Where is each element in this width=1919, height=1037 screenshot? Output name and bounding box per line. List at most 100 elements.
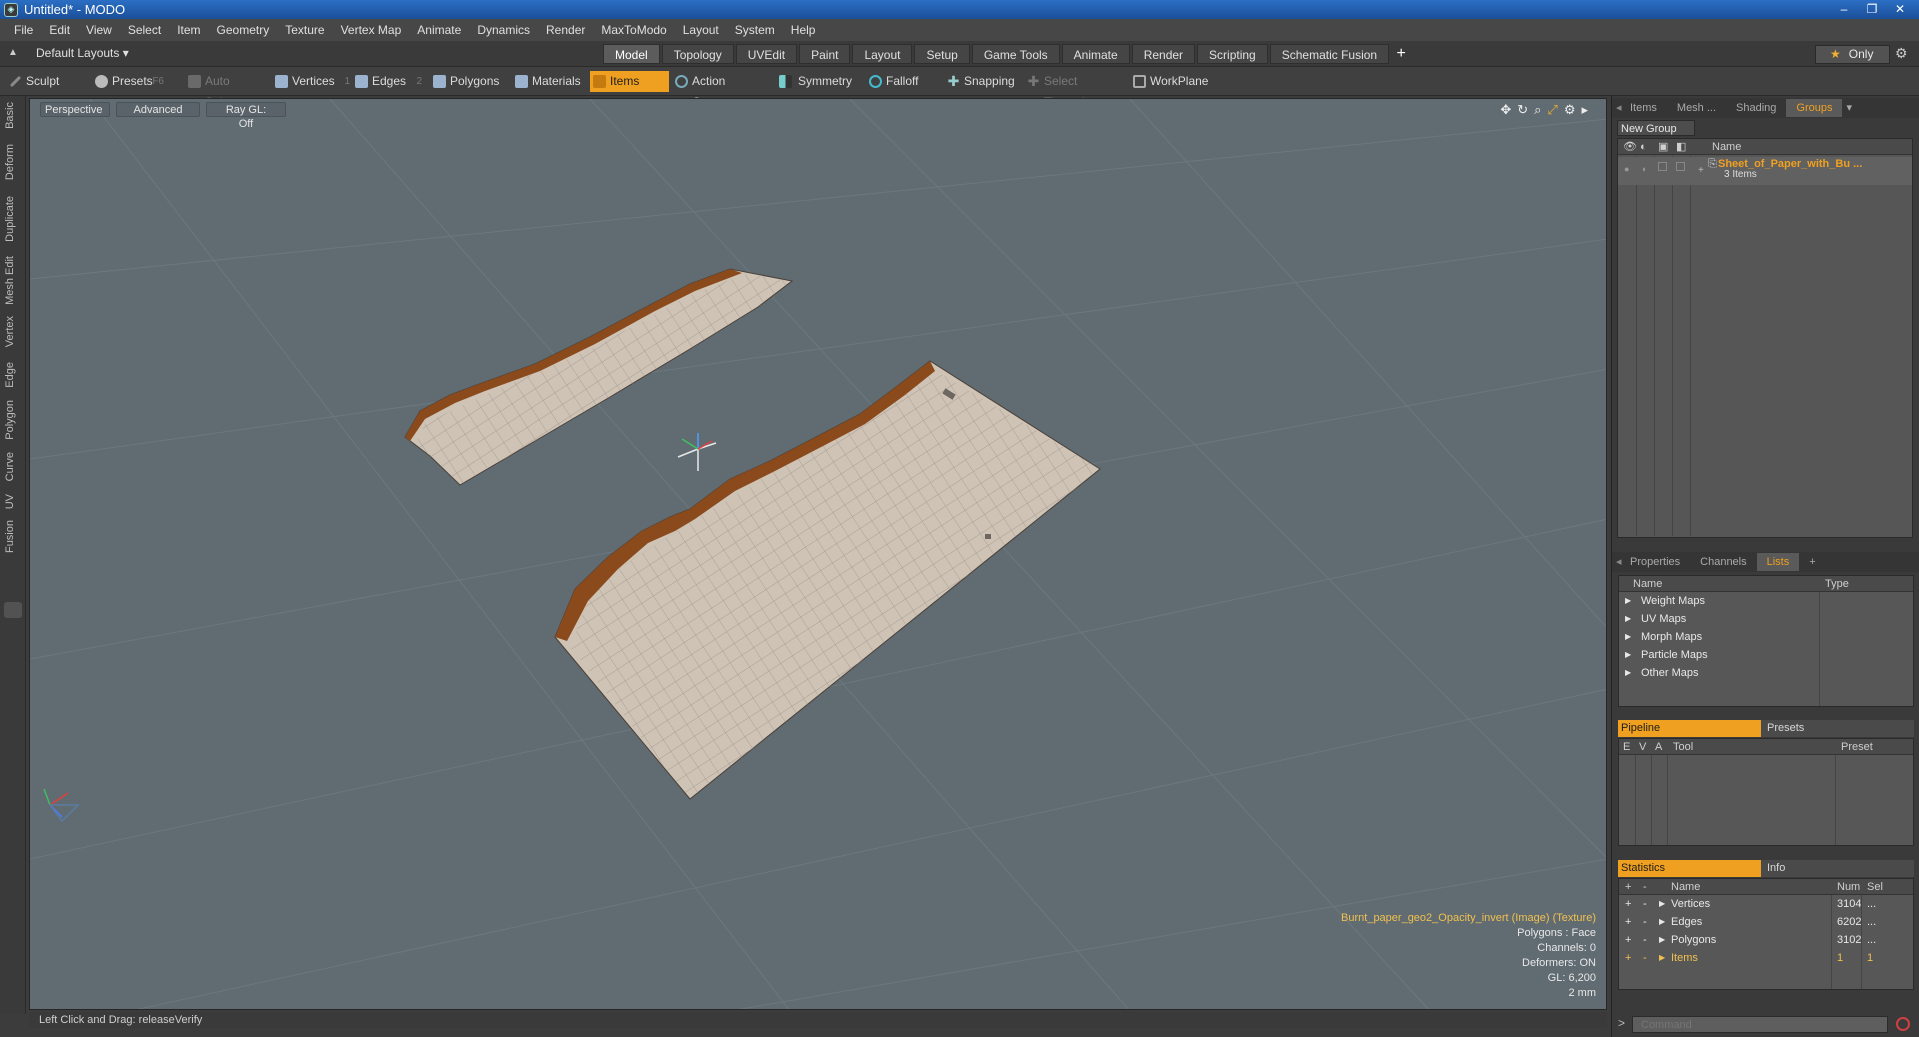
stats-row-polygons[interactable]: + - ▶ Polygons 3102 ... — [1619, 931, 1913, 949]
row-lock-checkbox[interactable] — [1658, 162, 1667, 171]
row-select-checkbox[interactable] — [1676, 162, 1685, 171]
tab-render[interactable]: Render — [1131, 44, 1196, 64]
expand-arrow-icon[interactable]: ▶ — [1625, 628, 1631, 646]
action-center-button[interactable]: Action Center — [672, 71, 764, 109]
menu-layout[interactable]: Layout — [675, 23, 727, 37]
command-stop-icon[interactable] — [1896, 1017, 1910, 1031]
paper-sheet-large[interactable] — [554, 360, 1101, 800]
snapping-button[interactable]: ✚ Snapping — [944, 71, 1015, 92]
auto-select-button[interactable]: Auto Select — [185, 71, 263, 109]
menu-edit[interactable]: Edit — [41, 23, 78, 37]
items-button[interactable]: Items — [590, 71, 670, 92]
expand-arrow-icon[interactable]: ▶ — [1659, 913, 1665, 931]
minimize-icon[interactable]: – — [1831, 1, 1857, 17]
tab-scripting[interactable]: Scripting — [1197, 44, 1268, 64]
action-center-gizmo-icon[interactable] — [677, 433, 717, 471]
group-row[interactable]: ● ◐ + ⎘ Sheet_of_Paper_with_Bu ... 3 Ite… — [1618, 157, 1912, 185]
viewport-menu-icon[interactable]: ▸ — [1581, 102, 1588, 118]
list-item-morph-maps[interactable]: ▶ Morph Maps — [1619, 628, 1913, 646]
polygons-button[interactable]: Polygons — [430, 71, 500, 92]
stats-add-button[interactable]: + — [1625, 949, 1631, 967]
only-toggle-button[interactable]: ★ Only — [1815, 45, 1890, 64]
menu-texture[interactable]: Texture — [277, 23, 332, 37]
gear-icon[interactable]: ⚙ — [1895, 45, 1908, 62]
stats-remove-button[interactable]: - — [1643, 949, 1647, 967]
add-panel-tab-button[interactable]: + — [1799, 553, 1825, 571]
tab-pipeline[interactable]: Pipeline — [1618, 720, 1761, 737]
sculpt-button[interactable]: Sculpt — [6, 71, 90, 92]
row-render-icon[interactable]: ◐ — [1642, 160, 1647, 178]
command-input[interactable] — [1632, 1016, 1888, 1033]
maximize-icon[interactable]: ⤢ — [1547, 102, 1557, 118]
tab-presets[interactable]: Presets — [1761, 720, 1914, 737]
stats-remove-button[interactable]: - — [1643, 931, 1647, 949]
paper-strip-small[interactable] — [404, 268, 794, 486]
expand-arrow-icon[interactable]: ▶ — [1625, 646, 1631, 664]
menu-file[interactable]: File — [6, 23, 41, 37]
stats-row-vertices[interactable]: + - ▶ Vertices 3104 ... — [1619, 895, 1913, 913]
expand-arrow-icon[interactable]: ▶ — [1659, 895, 1665, 913]
menu-geometry[interactable]: Geometry — [209, 23, 278, 37]
add-tab-button[interactable]: + — [1391, 44, 1411, 64]
vertices-button[interactable]: Vertices 1 — [272, 71, 350, 92]
menu-animate[interactable]: Animate — [409, 23, 469, 37]
workplane-button[interactable]: WorkPlane — [1130, 71, 1210, 92]
list-item-uv-maps[interactable]: ▶ UV Maps — [1619, 610, 1913, 628]
tab-properties[interactable]: Properties — [1620, 553, 1690, 571]
select-through-button[interactable]: ✚ Select Through — [1024, 71, 1120, 109]
expand-arrow-icon[interactable]: ▶ — [1625, 592, 1631, 610]
menu-item[interactable]: Item — [169, 23, 208, 37]
close-icon[interactable]: ✕ — [1887, 1, 1913, 17]
edges-button[interactable]: Edges 2 — [352, 71, 422, 92]
left-tab-edge[interactable]: Edge — [4, 362, 22, 388]
tab-layout[interactable]: Layout — [852, 44, 913, 64]
stats-add-button[interactable]: + — [1625, 895, 1631, 913]
list-item-other-maps[interactable]: ▶ Other Maps — [1619, 664, 1913, 682]
tab-shading[interactable]: Shading — [1726, 99, 1786, 117]
left-tab-vertex[interactable]: Vertex — [4, 316, 22, 347]
tab-statistics[interactable]: Statistics — [1618, 860, 1761, 877]
list-item-particle-maps[interactable]: ▶ Particle Maps — [1619, 646, 1913, 664]
view-type-dropdown[interactable]: Perspective — [40, 101, 110, 117]
expand-icon[interactable]: + — [1698, 162, 1704, 180]
stats-row-edges[interactable]: + - ▶ Edges 6202 ... — [1619, 913, 1913, 931]
layout-toggle-icon[interactable]: ▲ — [8, 47, 20, 59]
tab-groups[interactable]: Groups — [1786, 99, 1843, 117]
expand-arrow-icon[interactable]: ▶ — [1659, 949, 1665, 967]
left-tab-uv[interactable]: UV — [4, 494, 22, 509]
expand-arrow-icon[interactable]: ▶ — [1625, 664, 1631, 682]
left-tab-duplicate[interactable]: Duplicate — [4, 196, 22, 242]
materials-button[interactable]: Materials — [512, 71, 581, 92]
stats-add-button[interactable]: + — [1625, 913, 1631, 931]
menu-render[interactable]: Render — [538, 23, 593, 37]
expand-arrow-icon[interactable]: ▶ — [1625, 610, 1631, 628]
tabs-dropdown-icon[interactable]: ▾ — [1842, 99, 1856, 117]
tab-animate[interactable]: Animate — [1061, 44, 1130, 64]
pan-icon[interactable]: ✥ — [1500, 102, 1511, 118]
tab-model[interactable]: Model — [603, 44, 660, 64]
left-tab-fusion[interactable]: Fusion — [4, 520, 22, 553]
tab-lists[interactable]: Lists — [1756, 553, 1800, 571]
left-panel-toggle[interactable] — [4, 602, 22, 618]
menu-help[interactable]: Help — [783, 23, 824, 37]
tab-info[interactable]: Info — [1761, 860, 1914, 877]
expand-arrow-icon[interactable]: ▶ — [1659, 931, 1665, 949]
stats-row-items[interactable]: + - ▶ Items 1 1 — [1619, 949, 1913, 967]
shading-dropdown[interactable]: Advanced — [116, 101, 200, 117]
menu-view[interactable]: View — [78, 23, 120, 37]
panel2-collapse-icon[interactable]: ◂ — [1612, 553, 1622, 571]
layout-dropdown[interactable]: Default Layouts ▾ — [36, 46, 129, 60]
3d-viewport[interactable]: Perspective Advanced Ray GL: Off ✥ ↻ ⌕ ⤢… — [29, 98, 1607, 1010]
tab-topology[interactable]: Topology — [661, 44, 734, 64]
tab-items[interactable]: Items — [1620, 99, 1667, 117]
rotate-icon[interactable]: ↻ — [1517, 102, 1528, 118]
left-tab-deform[interactable]: Deform — [4, 144, 22, 180]
tab-paint[interactable]: Paint — [799, 44, 851, 64]
zoom-icon[interactable]: ⌕ — [1534, 102, 1541, 118]
menu-vertex-map[interactable]: Vertex Map — [333, 23, 410, 37]
viewport-gear-icon[interactable]: ⚙ — [1564, 102, 1576, 118]
stats-add-button[interactable]: + — [1625, 931, 1631, 949]
row-eye-icon[interactable]: ● — [1624, 160, 1629, 178]
tab-schematic-fusion[interactable]: Schematic Fusion — [1269, 44, 1390, 64]
raygl-dropdown[interactable]: Ray GL: Off — [206, 101, 286, 130]
